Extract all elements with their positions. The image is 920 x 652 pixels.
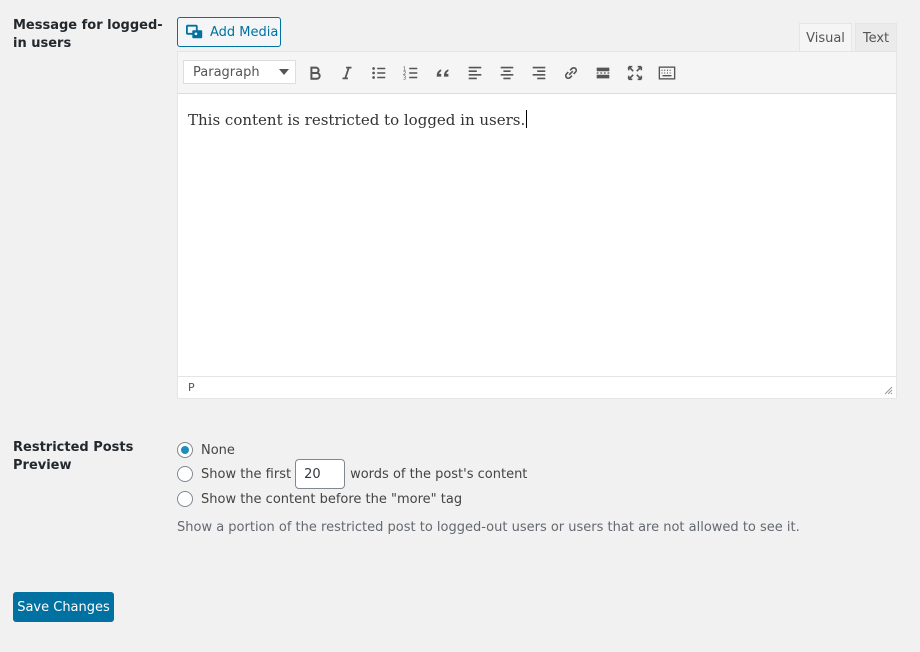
logged-in-message-label: Message for logged-in users — [13, 18, 163, 51]
tab-visual[interactable]: Visual — [799, 23, 852, 52]
radio-more-tag[interactable] — [177, 491, 193, 507]
words-count-input[interactable] — [295, 459, 346, 489]
save-changes-button[interactable]: Save Changes — [13, 592, 114, 622]
radio-more-tag-label: Show the content before the "more" tag — [201, 491, 463, 507]
format-select[interactable]: Paragraph — [183, 60, 296, 84]
bold-icon[interactable] — [303, 61, 327, 85]
tab-text[interactable]: Text — [855, 23, 897, 52]
editor-toolbar: Paragraph 123 — [178, 52, 896, 94]
blockquote-icon[interactable] — [431, 61, 455, 85]
first-words-prefix: Show the first — [201, 466, 292, 482]
editor-content[interactable]: This content is restricted to logged in … — [188, 110, 886, 129]
fullscreen-icon[interactable] — [623, 61, 647, 85]
radio-none-label: None — [201, 442, 235, 458]
svg-text:3: 3 — [403, 75, 406, 81]
first-words-suffix: words of the post's content — [350, 466, 528, 482]
rich-text-editor: Paragraph 123 This content is restricted… — [177, 51, 897, 399]
align-right-icon[interactable] — [527, 61, 551, 85]
restricted-preview-label: Restricted Posts Preview — [13, 440, 134, 473]
editor-content-text: This content is restricted to logged in … — [188, 111, 526, 129]
bullet-list-icon[interactable] — [367, 61, 391, 85]
preview-option-first-words[interactable]: Show the first words of the post's conte… — [177, 459, 527, 489]
align-center-icon[interactable] — [495, 61, 519, 85]
media-icon — [186, 23, 204, 41]
preview-help-text: Show a portion of the restricted post to… — [177, 520, 800, 535]
italic-icon[interactable] — [335, 61, 359, 85]
preview-option-more-tag[interactable]: Show the content before the "more" tag — [177, 489, 462, 509]
radio-first-words[interactable] — [177, 466, 193, 482]
format-select-value: Paragraph — [193, 64, 260, 80]
resize-handle-icon[interactable] — [883, 385, 893, 395]
add-media-button[interactable]: Add Media — [177, 17, 281, 47]
preview-option-none[interactable]: None — [177, 440, 235, 460]
link-icon[interactable] — [559, 61, 583, 85]
radio-none[interactable] — [177, 442, 193, 458]
numbered-list-icon[interactable]: 123 — [399, 61, 423, 85]
toolbar-toggle-icon[interactable] — [655, 61, 679, 85]
align-left-icon[interactable] — [463, 61, 487, 85]
read-more-icon[interactable] — [591, 61, 615, 85]
chevron-down-icon — [279, 69, 289, 75]
text-caret — [526, 110, 528, 128]
editor-statusbar: P — [178, 376, 896, 398]
element-path[interactable]: P — [188, 381, 195, 394]
add-media-label: Add Media — [210, 24, 279, 40]
